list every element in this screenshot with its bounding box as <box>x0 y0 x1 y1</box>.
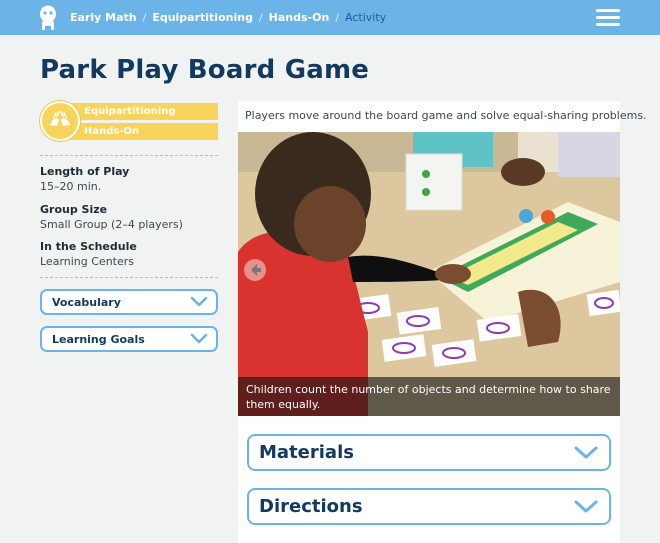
activity-intro: Players move around the board game and s… <box>245 109 647 122</box>
chevron-down-icon <box>574 446 598 459</box>
divider <box>40 277 218 278</box>
materials-label: Materials <box>259 442 354 463</box>
group-size-value: Small Group (2–4 players) <box>40 218 183 231</box>
breadcrumb-separator: / <box>335 11 340 24</box>
vocabulary-label: Vocabulary <box>52 295 121 309</box>
arrow-left-icon[interactable] <box>244 259 266 281</box>
divider <box>40 155 218 156</box>
directions-accordion[interactable]: Directions <box>247 488 611 525</box>
length-label: Length of Play <box>40 165 130 178</box>
length-value: 15–20 min. <box>40 180 102 193</box>
chevron-down-icon <box>190 296 208 307</box>
breadcrumb-equipartitioning[interactable]: Equipartitioning <box>152 11 253 24</box>
breadcrumb-hands-on[interactable]: Hands-On <box>269 11 330 24</box>
badge-category: Equipartitioning <box>58 103 218 120</box>
learning-goals-label: Learning Goals <box>52 332 145 346</box>
activity-photo: Children count the number of objects and… <box>238 132 620 416</box>
breadcrumb-separator: / <box>258 11 263 24</box>
schedule-value: Learning Centers <box>40 255 135 268</box>
top-navigation-bar: Early Math / Equipartitioning / Hands-On… <box>0 0 660 35</box>
directions-label: Directions <box>259 496 363 517</box>
breadcrumb: Early Math / Equipartitioning / Hands-On… <box>70 0 386 35</box>
activity-badge: Equipartitioning Hands-On <box>40 101 218 143</box>
chevron-down-icon <box>574 500 598 513</box>
hands-icon <box>40 101 80 141</box>
schedule-label: In the Schedule <box>40 240 137 253</box>
breadcrumb-early-math[interactable]: Early Math <box>70 11 137 24</box>
chevron-down-icon <box>190 333 208 344</box>
photo-caption: Children count the number of objects and… <box>238 377 620 416</box>
badge-type: Hands-On <box>58 123 218 140</box>
breadcrumb-current: Activity <box>345 11 387 24</box>
materials-accordion[interactable]: Materials <box>247 434 611 471</box>
photo-illustration <box>238 132 620 416</box>
breadcrumb-separator: / <box>142 11 147 24</box>
menu-icon[interactable] <box>596 9 620 27</box>
vocabulary-accordion[interactable]: Vocabulary <box>40 289 218 315</box>
group-size-label: Group Size <box>40 203 108 216</box>
page-title: Park Play Board Game <box>40 55 370 85</box>
logo-icon[interactable] <box>38 5 58 31</box>
learning-goals-accordion[interactable]: Learning Goals <box>40 326 218 352</box>
